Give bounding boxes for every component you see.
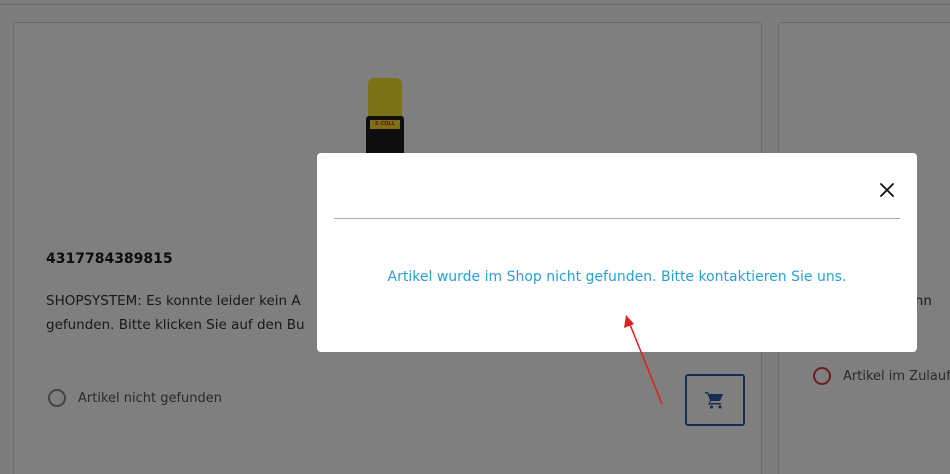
dialog-divider	[334, 218, 900, 219]
close-icon	[880, 183, 894, 197]
dialog-message: Artikel wurde im Shop nicht gefunden. Bi…	[387, 269, 847, 285]
close-button[interactable]	[877, 180, 897, 200]
message-dialog: Artikel wurde im Shop nicht gefunden. Bi…	[317, 153, 917, 352]
